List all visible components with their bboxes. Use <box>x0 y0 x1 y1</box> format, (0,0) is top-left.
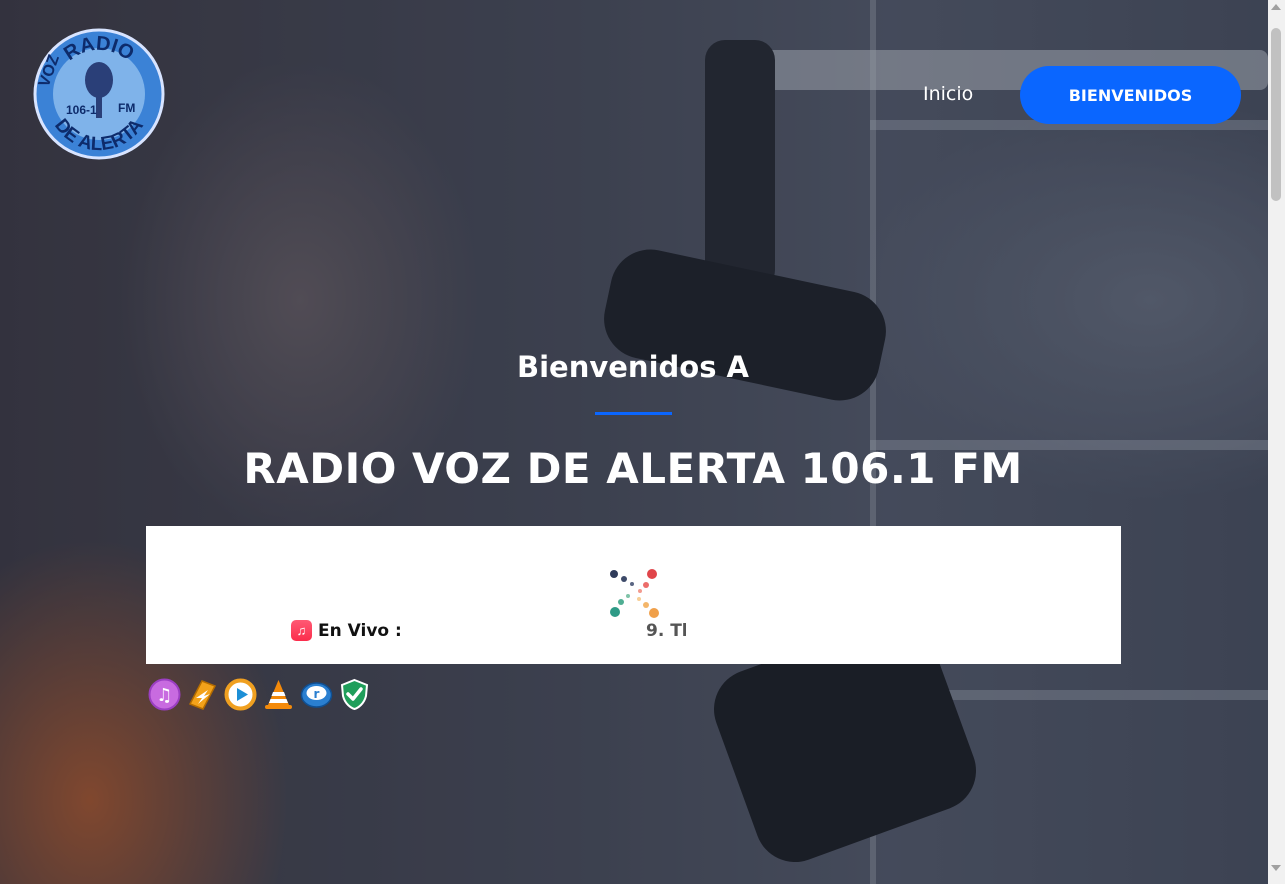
live-indicator: ♫ En Vivo : <box>291 620 402 641</box>
live-label: En Vivo : <box>318 620 402 641</box>
svg-text:r: r <box>314 687 320 701</box>
scroll-down-arrow-icon[interactable] <box>1271 865 1281 871</box>
logo-microphone <box>85 62 113 98</box>
windows-media-player-icon[interactable] <box>224 678 257 711</box>
realplayer-icon[interactable]: r <box>300 678 333 711</box>
nav-home-link[interactable]: Inicio <box>923 83 973 105</box>
scrollbar-thumb[interactable] <box>1271 28 1281 201</box>
now-playing-track: 9. Tl <box>646 621 686 641</box>
vlc-icon[interactable] <box>262 678 295 711</box>
hero-subtitle: Bienvenidos A <box>517 350 749 384</box>
logo-mic-stand <box>96 96 102 118</box>
hero-overlay <box>0 0 1268 884</box>
welcome-button[interactable]: BIENVENIDOS <box>1020 66 1241 124</box>
station-logo[interactable]: RADIO DE ALERTA VOZ 106-1 FM <box>33 28 165 160</box>
itunes-icon[interactable]: ♫ <box>148 678 181 711</box>
hero-background <box>0 0 1268 884</box>
scroll-up-arrow-icon[interactable] <box>1271 4 1281 10</box>
loading-spinner-icon <box>610 569 659 618</box>
winamp-icon[interactable] <box>186 678 219 711</box>
logo-frequency: 106-1 <box>66 103 97 117</box>
hero-divider <box>595 412 672 415</box>
hero-title: RADIO VOZ DE ALERTA 106.1 FM <box>243 444 1023 493</box>
music-note-icon: ♫ <box>291 620 312 641</box>
svg-text:♫: ♫ <box>156 685 172 706</box>
logo-band: FM <box>118 101 135 115</box>
player-apps-row: ♫ r <box>148 678 371 711</box>
security-shield-icon[interactable] <box>338 678 371 711</box>
